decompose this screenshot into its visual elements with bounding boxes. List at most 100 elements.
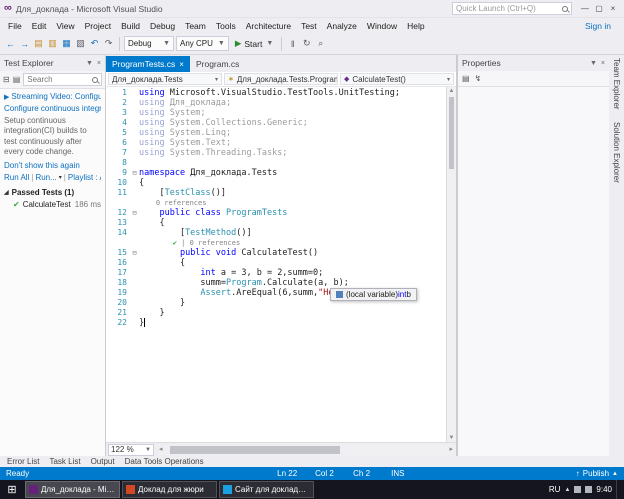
taskbar-app-button[interactable]: Сайт для доклада н...	[219, 481, 314, 498]
menu-item-view[interactable]: View	[51, 21, 79, 31]
vertical-scrollbar[interactable]: ▲ ▼	[446, 87, 456, 442]
menu-item-edit[interactable]: Edit	[27, 21, 52, 31]
collapse-all-icon[interactable]: ⊟	[3, 75, 10, 84]
test-search-box[interactable]	[23, 73, 102, 86]
scrollbar-thumb[interactable]	[449, 97, 454, 169]
scroll-left-icon[interactable]: ◂	[159, 445, 163, 455]
zoom-dropdown[interactable]: 122 % ▼	[108, 444, 154, 456]
taskbar-app-button[interactable]: Доклад для жюри	[122, 481, 217, 498]
run-link[interactable]: Run...	[35, 173, 56, 182]
expand-triangle-icon[interactable]: ◢	[4, 189, 9, 196]
sign-in-link[interactable]: Sign in	[585, 21, 621, 31]
code-line[interactable]: 22}	[106, 318, 446, 328]
start-button[interactable]: ⊞	[0, 483, 24, 496]
dismiss-link[interactable]: Don't show this again	[4, 161, 80, 170]
bottom-tab-error-list[interactable]: Error List	[2, 457, 44, 466]
open-file-icon[interactable]: ▥	[46, 38, 59, 49]
editor-tab[interactable]: ProgramTests.cs×	[106, 56, 190, 72]
playlist-link[interactable]: Playlist : All Te...	[68, 173, 101, 182]
show-desktop-button[interactable]	[616, 480, 620, 499]
close-icon[interactable]: ×	[601, 60, 605, 67]
close-button[interactable]: ×	[606, 4, 620, 13]
test-explorer-header[interactable]: Test Explorer ▼ ×	[0, 55, 105, 71]
taskbar-app-button[interactable]: Для_доклада - Micr...	[25, 481, 120, 498]
menu-item-test[interactable]: Test	[296, 21, 322, 31]
scroll-right-icon[interactable]: ▸	[449, 445, 453, 455]
categorized-icon[interactable]: ▤	[462, 74, 470, 83]
code-line[interactable]: 15⊟ public void CalculateTest()	[106, 248, 446, 258]
codelens-row[interactable]: 0 references	[106, 198, 446, 208]
volume-icon[interactable]	[585, 486, 592, 493]
code-line[interactable]: 21 }	[106, 308, 446, 318]
platform-dropdown[interactable]: Any CPU ▼	[176, 36, 229, 51]
save-all-icon[interactable]: ▧	[74, 38, 87, 49]
hidden-icons-arrow[interactable]: ▲	[564, 487, 570, 493]
breadcrumb-dropdown[interactable]: Для_доклада.Tests▾	[108, 73, 222, 85]
clock[interactable]: 9:40	[596, 485, 612, 494]
code-line[interactable]: 5using System.Linq;	[106, 128, 446, 138]
code-line[interactable]: 17 int a = 3, b = 2,summ=0;	[106, 268, 446, 278]
menu-item-analyze[interactable]: Analyze	[322, 21, 362, 31]
chevron-down-icon[interactable]: ▾	[59, 174, 62, 181]
code-line[interactable]: 9⊟namespace Для_доклада.Tests	[106, 168, 446, 178]
close-icon[interactable]: ×	[179, 60, 184, 69]
code-line[interactable]: 14 [TestMethod()]	[106, 228, 446, 238]
code-line[interactable]: 16 {	[106, 258, 446, 268]
minimize-button[interactable]: —	[578, 4, 592, 13]
code-line[interactable]: 4using System.Collections.Generic;	[106, 118, 446, 128]
fold-icon[interactable]: ⊟	[130, 248, 139, 258]
code-line[interactable]: 18 summ=Program.Calculate(a, b);	[106, 278, 446, 288]
code-line[interactable]: 7using System.Threading.Tasks;	[106, 148, 446, 158]
breadcrumb-dropdown[interactable]: ◆CalculateTest()▾	[340, 73, 454, 85]
menu-item-architecture[interactable]: Architecture	[241, 21, 296, 31]
side-tab-solution-explorer[interactable]: Solution Explorer	[612, 122, 621, 183]
language-indicator[interactable]: RU	[549, 485, 561, 494]
code-line[interactable]: 8	[106, 158, 446, 168]
maximize-button[interactable]: ▢	[592, 4, 606, 13]
window-position-icon[interactable]: ▼	[590, 60, 597, 67]
quick-launch-input[interactable]: Quick Launch (Ctrl+Q)	[452, 2, 572, 15]
scrollbar-thumb[interactable]	[170, 446, 340, 454]
menu-item-window[interactable]: Window	[362, 21, 402, 31]
code-line[interactable]: 10{	[106, 178, 446, 188]
editor-tab[interactable]: Program.cs	[190, 56, 245, 72]
scroll-down-icon[interactable]: ▼	[447, 434, 456, 442]
menu-item-help[interactable]: Help	[402, 21, 429, 31]
group-by-icon[interactable]: ▤	[13, 75, 21, 84]
code-line[interactable]: 3using System;	[106, 108, 446, 118]
codelens-row[interactable]: ✔ | 0 references	[106, 238, 446, 248]
configure-ci-link[interactable]: Configure continuous integration	[4, 104, 101, 113]
menu-item-tools[interactable]: Tools	[211, 21, 241, 31]
code-line[interactable]: 2using Для_доклада;	[106, 98, 446, 108]
menu-item-project[interactable]: Project	[80, 21, 116, 31]
restart-icon[interactable]: ↻	[300, 38, 313, 49]
code-line[interactable]: 13 {	[106, 218, 446, 228]
undo-icon[interactable]: ↶	[88, 38, 101, 49]
menu-item-file[interactable]: File	[3, 21, 27, 31]
code-line[interactable]: 11 [TestClass()]	[106, 188, 446, 198]
code-line[interactable]: 6using System.Text;	[106, 138, 446, 148]
code-editor[interactable]: 1using Microsoft.VisualStudio.TestTools.…	[106, 87, 456, 442]
code-line[interactable]: 12⊟ public class ProgramTests	[106, 208, 446, 218]
nav-forward-icon[interactable]: →	[18, 39, 31, 49]
passed-tests-group[interactable]: ◢ Passed Tests (1)	[4, 188, 101, 197]
horizontal-scrollbar[interactable]: ◂ ▸	[158, 445, 454, 455]
menu-item-team[interactable]: Team	[180, 21, 211, 31]
network-icon[interactable]	[574, 486, 581, 493]
code-lines[interactable]: 1using Microsoft.VisualStudio.TestTools.…	[106, 87, 446, 442]
find-icon[interactable]: ⌕	[314, 38, 327, 49]
test-result-row[interactable]: ✔CalculateTest186 ms	[4, 200, 101, 209]
close-icon[interactable]: ×	[97, 60, 101, 67]
test-search-input[interactable]	[27, 75, 92, 84]
properties-header[interactable]: Properties ▼ ×	[458, 55, 609, 71]
new-file-icon[interactable]: ▤	[32, 38, 45, 49]
streaming-video-link[interactable]: Streaming Video: Configure co	[11, 92, 101, 101]
save-icon[interactable]: ▦	[60, 38, 73, 49]
code-line[interactable]: 1using Microsoft.VisualStudio.TestTools.…	[106, 88, 446, 98]
scroll-up-icon[interactable]: ▲	[447, 87, 456, 95]
start-debug-button[interactable]: ▶ Start ▼	[231, 36, 277, 51]
fold-icon[interactable]: ⊟	[130, 208, 139, 218]
publish-button[interactable]: ↑ Publish ▲	[576, 469, 618, 478]
menu-item-debug[interactable]: Debug	[145, 21, 180, 31]
bottom-tab-output[interactable]: Output	[86, 457, 120, 466]
